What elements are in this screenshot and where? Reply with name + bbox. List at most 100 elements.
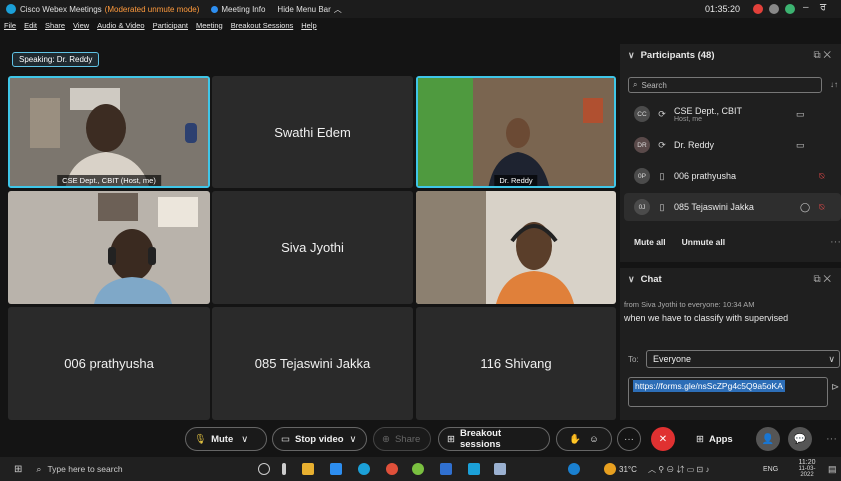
sort-icon[interactable]: ↓↑	[830, 80, 838, 89]
menu-share[interactable]: Share	[45, 21, 65, 30]
chevron-down-icon[interactable]: ∨	[350, 434, 357, 445]
avatar: CC	[634, 106, 650, 122]
windows-start-icon[interactable]: ⊞	[14, 464, 22, 475]
network-icon[interactable]	[769, 4, 779, 14]
menu-help[interactable]: Help	[301, 21, 316, 30]
restore-button[interactable]: ਰ	[820, 2, 826, 13]
participant-row[interactable]: 0J ▯ 085 Tejaswini Jakka ◯ ⍉	[624, 193, 841, 221]
edge-icon[interactable]	[358, 463, 370, 475]
search-icon: ⌕	[36, 463, 42, 474]
menu-breakout[interactable]: Breakout Sessions	[231, 21, 294, 30]
mail-app-icon[interactable]	[330, 463, 342, 475]
app-icon[interactable]	[412, 463, 424, 475]
microphone-icon: 🎙	[194, 433, 207, 445]
video-tile-shivang[interactable]: 116 Shivang	[416, 307, 616, 420]
video-tile-tejaswini[interactable]: 085 Tejaswini Jakka	[212, 307, 413, 420]
participant-row[interactable]: DR ⟳ Dr. Reddy ▭	[624, 131, 841, 159]
chevron-down-icon[interactable]: ∨	[628, 274, 635, 285]
host-video-feed	[10, 78, 208, 186]
chat-title: Chat	[640, 273, 662, 285]
audio-icon: ⟳	[658, 108, 666, 119]
search-placeholder: Search	[641, 80, 667, 90]
participants-toggle-button[interactable]: 👤	[756, 427, 780, 451]
chat-recipient-value: Everyone	[653, 354, 692, 364]
status-icon[interactable]	[785, 4, 795, 14]
more-options-button[interactable]: ···	[617, 427, 641, 451]
chat-to-label: To:	[628, 355, 639, 364]
share-button[interactable]: ⊕ Share	[373, 427, 431, 451]
camera-icon[interactable]: ▭	[796, 140, 805, 151]
more-icon[interactable]: ···	[826, 433, 837, 445]
menu-edit[interactable]: Edit	[24, 21, 37, 30]
chat-header[interactable]: ∨ Chat ⧉ ✕	[620, 268, 841, 290]
menu-audio-video[interactable]: Audio & Video	[97, 21, 144, 30]
popout-icon[interactable]: ⧉ ✕	[813, 50, 831, 61]
menu-file[interactable]: File	[4, 21, 16, 30]
meeting-info-button[interactable]: Meeting Info	[211, 5, 265, 14]
chevron-down-icon[interactable]: ∨	[628, 50, 635, 61]
raise-hand-icon[interactable]: ✋	[569, 434, 581, 445]
unmute-all-button[interactable]: Unmute all	[682, 237, 725, 247]
more-icon[interactable]: ···	[830, 236, 841, 248]
menu-participant[interactable]: Participant	[153, 21, 188, 30]
popout-icon[interactable]: ⧉ ✕	[813, 274, 831, 285]
participants-header[interactable]: ∨ Participants (48) ⧉ ✕	[620, 44, 841, 66]
participant-video-feed	[8, 191, 210, 304]
task-view-icon[interactable]	[282, 463, 286, 475]
participant-search-input[interactable]: ⌕ Search	[628, 77, 822, 93]
muted-mic-icon[interactable]: ⍉	[819, 202, 824, 213]
chat-input[interactable]: https://forms.gle/nsScZPg4c5Q9a5oKA	[628, 377, 828, 407]
participant-row[interactable]: 0P ▯ 006 prathyusha ⍉	[624, 162, 841, 190]
notification-icon[interactable]: ▤	[828, 464, 837, 475]
participant-name: 085 Tejaswini Jakka	[674, 202, 754, 212]
muted-mic-icon[interactable]: ⍉	[819, 171, 824, 182]
chat-recipient-select[interactable]: Everyone ∨	[646, 350, 840, 368]
mute-button[interactable]: 🎙 Mute ∨	[185, 427, 267, 451]
end-call-button[interactable]: ✕	[651, 427, 675, 451]
mail-icon[interactable]	[440, 463, 452, 475]
word-icon[interactable]	[494, 463, 506, 475]
breakout-sessions-button[interactable]: ⊞ Breakout sessions	[438, 427, 550, 451]
chat-input-text: https://forms.gle/nsScZPg4c5Q9a5oKA	[633, 380, 785, 392]
chat-bubble-icon[interactable]: ◯	[800, 202, 810, 213]
participant-role: Host, me	[674, 115, 703, 123]
language-indicator[interactable]: ENG	[763, 466, 778, 473]
reactions-group: ✋ ☺	[556, 427, 612, 451]
mute-all-button[interactable]: Mute all	[634, 237, 666, 247]
video-tile-participant-6[interactable]	[416, 191, 616, 304]
send-icon[interactable]: ⊳	[831, 382, 839, 393]
taskbar-search-input[interactable]: Type here to search	[47, 464, 122, 474]
tile-name-tag: CSE Dept., CBIT (Host, me)	[57, 175, 161, 186]
tile-participant-name: 116 Shivang	[480, 356, 552, 371]
file-explorer-icon[interactable]	[302, 463, 314, 475]
chat-toggle-button[interactable]: 💬	[788, 427, 812, 451]
video-tile-siva[interactable]: Siva Jyothi	[212, 191, 413, 304]
help-icon[interactable]	[568, 463, 580, 475]
hide-menu-bar-button[interactable]: Hide Menu Bar ︿	[277, 4, 341, 15]
video-tile-participant-4[interactable]	[8, 191, 210, 304]
chrome-icon[interactable]	[386, 463, 398, 475]
camera-icon[interactable]: ▭	[796, 109, 805, 120]
menu-meeting[interactable]: Meeting	[196, 21, 223, 30]
taskbar-clock[interactable]: 11:20 11-03-2022	[792, 459, 822, 478]
minimize-button[interactable]: –	[803, 2, 809, 13]
video-tile-dr-reddy[interactable]: Dr. Reddy	[416, 76, 616, 188]
chat-message-text: when we have to classify with supervised	[624, 313, 789, 323]
recording-icon[interactable]	[753, 4, 763, 14]
tile-participant-name: Swathi Edem	[274, 124, 351, 140]
video-tile-prathyusha[interactable]: 006 prathyusha	[8, 307, 210, 420]
reaction-icon[interactable]: ☺	[589, 434, 599, 445]
cortana-icon[interactable]	[258, 463, 270, 475]
menu-view[interactable]: View	[73, 21, 89, 30]
participant-row[interactable]: CC ⟳ CSE Dept., CBIT Host, me ▭	[624, 100, 841, 128]
webex-taskbar-icon[interactable]	[468, 463, 480, 475]
apps-button[interactable]: ⊞ Apps	[688, 427, 748, 451]
device-icon: ▯	[659, 201, 665, 212]
apps-icon: ⊞	[696, 433, 704, 445]
menu-bar: File Edit Share View Audio & Video Parti…	[0, 18, 620, 32]
video-tile-swathi[interactable]: Swathi Edem	[212, 76, 413, 188]
chevron-down-icon[interactable]: ∨	[241, 434, 248, 445]
video-tile-host[interactable]: CSE Dept., CBIT (Host, me)	[8, 76, 210, 188]
stop-video-button[interactable]: ▭ Stop video ∨	[272, 427, 367, 451]
tray-icons[interactable]: ︿ ⚲ ⊖ ⇵ ▭ ⊡ ♪	[648, 464, 709, 475]
